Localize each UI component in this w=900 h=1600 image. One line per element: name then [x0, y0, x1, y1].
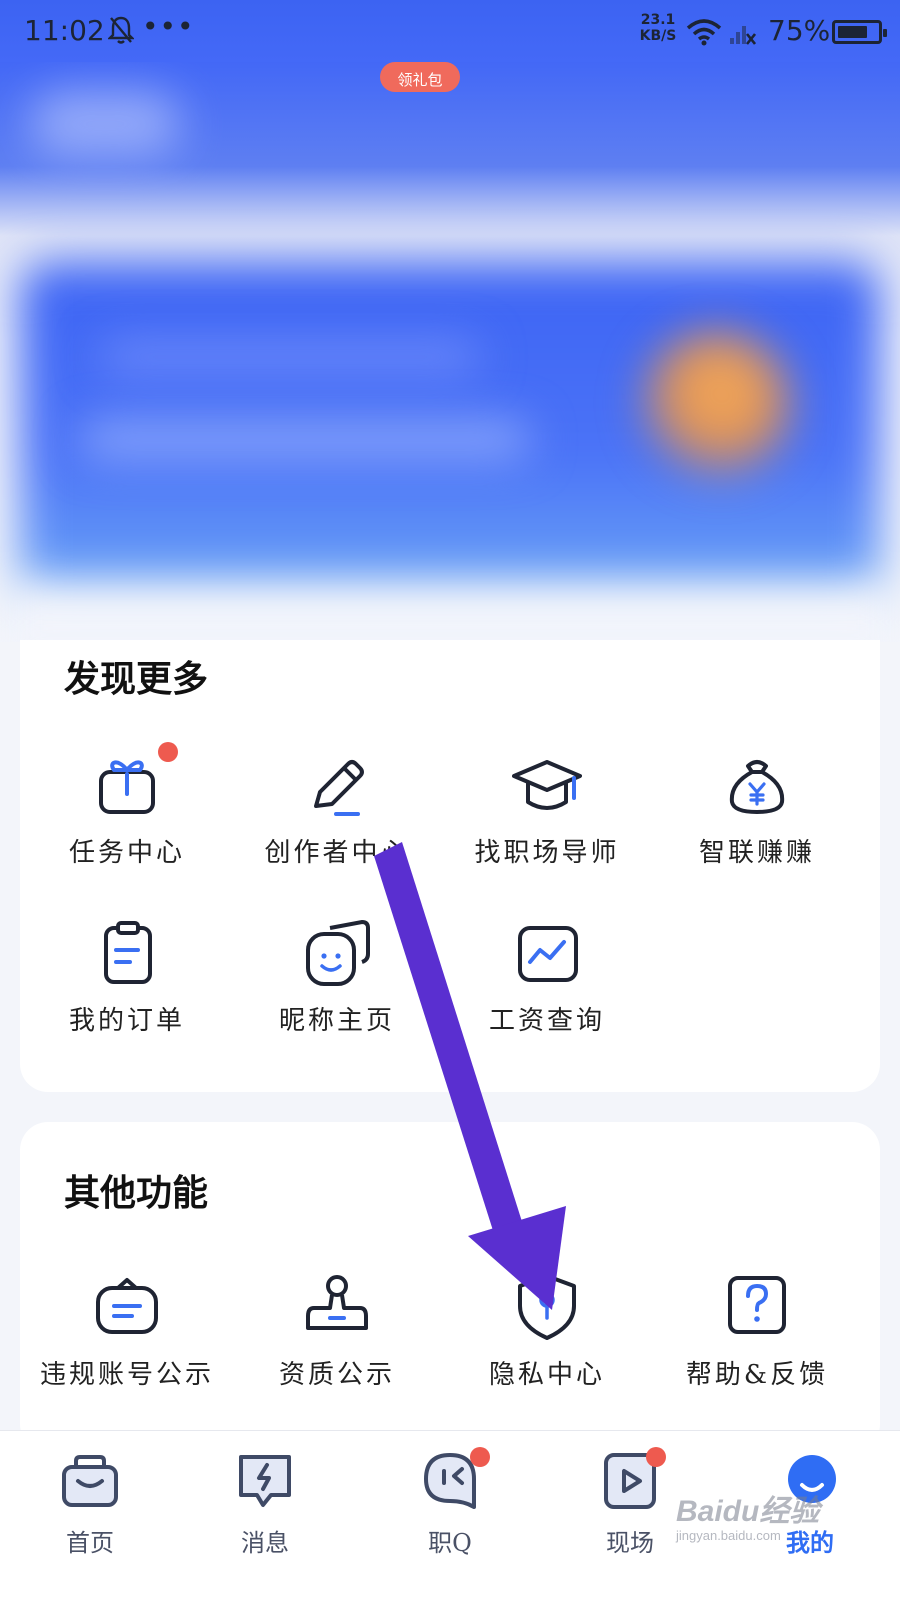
qualification-label: 资质公示 [278, 1360, 395, 1390]
profile-cards-icon [306, 919, 370, 986]
user-info-blurred [30, 92, 180, 156]
signal-icon [730, 26, 756, 45]
my-orders-item[interactable]: 我的订单 [20, 918, 234, 1058]
salary-query-item[interactable]: 工资查询 [440, 918, 654, 1058]
other-functions-title: 其他功能 [64, 1172, 209, 1214]
banner-text-blurred [100, 342, 480, 372]
banner-illustration-blurred [640, 332, 790, 482]
my-orders-label: 我的订单 [68, 1006, 185, 1036]
battery-icon [832, 20, 887, 44]
network-speed-unit: KB/S [639, 28, 677, 44]
creator-center-item[interactable]: 创作者中心 [230, 750, 444, 890]
notice-bag-icon [96, 1278, 158, 1334]
header-fade [0, 582, 900, 642]
violation-accounts-item[interactable]: 违规账号公示 [20, 1272, 234, 1412]
task-center-label: 任务中心 [68, 838, 185, 868]
nav-messages-label: 消息 [241, 1529, 289, 1557]
qualification-item[interactable]: 资质公示 [230, 1272, 444, 1412]
help-feedback-label: 帮助&反馈 [685, 1360, 829, 1390]
nav-zhiq-badge [470, 1447, 490, 1467]
message-bolt-icon [239, 1455, 291, 1507]
clipboard-icon [104, 921, 152, 984]
zhilian-earn-label: 智联赚赚 [698, 838, 815, 868]
nav-zhiq-label: 职Q [428, 1529, 472, 1557]
more-status-icon: ••• [142, 10, 195, 43]
nav-zhiq[interactable]: 职Q [360, 1431, 540, 1600]
nav-home[interactable]: 首页 [0, 1431, 180, 1600]
help-feedback-item[interactable]: 帮助&反馈 [650, 1272, 864, 1412]
money-bag-icon [729, 760, 785, 814]
creator-center-label: 创作者中心 [264, 838, 410, 868]
graduation-cap-icon [512, 760, 582, 810]
gift-icon [99, 760, 155, 814]
salary-query-label: 工资查询 [488, 1006, 605, 1036]
profile-header-blurred [0, 62, 900, 642]
baidu-watermark: Baidu经验 jingyan.baidu.com [676, 1486, 846, 1546]
zhilian-earn-item[interactable]: 智联赚赚 [650, 750, 864, 890]
nav-live-badge [646, 1447, 666, 1467]
nickname-homepage-label: 昵称主页 [278, 1006, 395, 1036]
nav-home-label: 首页 [66, 1529, 114, 1557]
violation-accounts-label: 违规账号公示 [39, 1360, 214, 1390]
shield-key-icon [518, 1274, 576, 1340]
other-functions-card: 其他功能 违规账号公示 资质公示 隐私中心 帮助&反馈 [20, 1122, 880, 1452]
salary-chart-icon [518, 926, 578, 982]
discover-more-title: 发现更多 [64, 658, 209, 700]
task-center-item[interactable]: 任务中心 [20, 742, 234, 890]
discover-more-card: 发现更多 任务中心 创作者中心 找职场导师 智联赚赚 我的订单 昵称主页 工资查… [20, 640, 880, 1092]
home-bag-icon [62, 1455, 118, 1507]
nickname-homepage-item[interactable]: 昵称主页 [230, 918, 444, 1058]
watermark-sub: jingyan.baidu.com [676, 1528, 781, 1543]
privacy-center-item[interactable]: 隐私中心 [440, 1272, 654, 1412]
stamp-icon [306, 1275, 368, 1330]
network-speed: 23.1 KB/S [636, 12, 680, 44]
nav-messages[interactable]: 消息 [175, 1431, 355, 1600]
wifi-icon [686, 19, 722, 46]
question-icon [728, 1276, 786, 1334]
bell-muted-icon [108, 16, 134, 44]
status-bar: 11:02 ••• 23.1 KB/S 75% [0, 0, 900, 62]
gift-pack-badge[interactable]: 领礼包 [380, 62, 460, 92]
career-mentor-item[interactable]: 找职场导师 [440, 750, 654, 890]
career-mentor-label: 找职场导师 [474, 838, 620, 868]
task-center-badge [158, 742, 178, 762]
privacy-center-label: 隐私中心 [488, 1360, 605, 1390]
battery-percentage: 75% [768, 14, 831, 47]
pencil-icon [314, 760, 364, 816]
banner-subtext-blurred [80, 422, 530, 458]
status-time: 11:02 [24, 14, 105, 47]
network-speed-value: 23.1 [640, 12, 676, 28]
watermark-main: Baidu经验 [676, 1495, 820, 1528]
